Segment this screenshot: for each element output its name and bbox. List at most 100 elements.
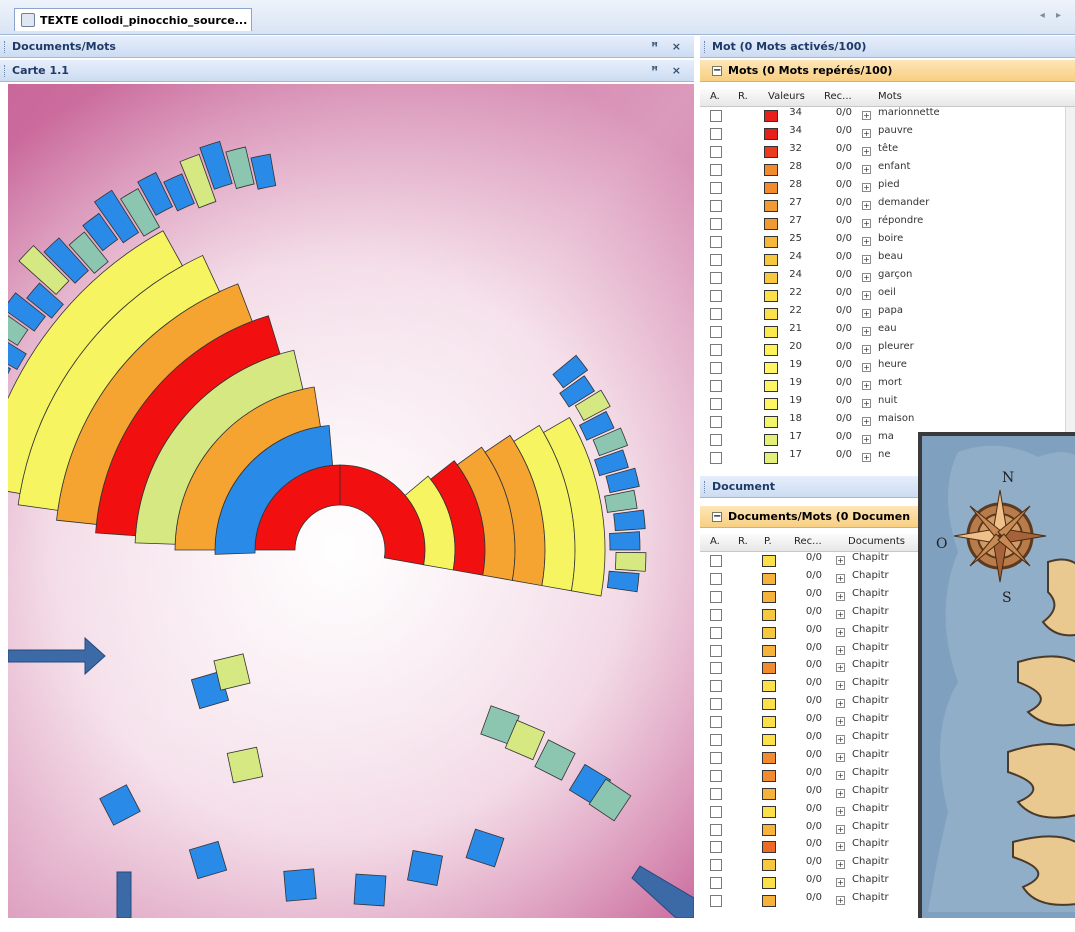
expand-icon[interactable]: + [836, 681, 845, 691]
expand-icon[interactable]: + [862, 435, 871, 444]
col-mots[interactable]: Mots [878, 91, 902, 102]
expand-icon[interactable]: + [836, 770, 845, 780]
expand-icon[interactable]: + [862, 183, 871, 192]
expand-icon[interactable]: + [836, 609, 845, 619]
scattered-tile[interactable] [353, 873, 387, 907]
expand-icon[interactable]: + [862, 201, 871, 210]
activate-checkbox[interactable] [710, 644, 722, 657]
radial-map[interactable] [8, 84, 694, 918]
activate-checkbox[interactable] [710, 555, 722, 567]
table-row[interactable]: 20 0/0 + pleurer [700, 341, 1075, 359]
activate-checkbox[interactable] [710, 146, 722, 158]
expand-icon[interactable]: + [836, 717, 845, 727]
scattered-tile[interactable] [283, 868, 317, 902]
col-r[interactable]: R. [738, 91, 748, 102]
table-row[interactable]: 27 0/0 + demander [700, 197, 1075, 215]
activate-checkbox[interactable] [710, 626, 722, 639]
activate-checkbox[interactable] [710, 859, 722, 872]
expand-icon[interactable]: + [862, 309, 871, 318]
outer-tile[interactable] [614, 552, 647, 572]
expand-icon[interactable]: + [836, 591, 845, 601]
activate-checkbox[interactable] [710, 805, 722, 818]
expand-icon[interactable]: + [836, 824, 845, 834]
outer-tile[interactable] [609, 531, 641, 551]
expand-icon[interactable]: + [862, 129, 871, 138]
activate-checkbox[interactable] [710, 182, 722, 194]
expand-icon[interactable]: + [862, 147, 871, 156]
table-row[interactable]: 34 0/0 + marionnette [700, 107, 1075, 125]
expand-icon[interactable]: + [862, 399, 871, 408]
table-row[interactable]: 24 0/0 + garçon [700, 269, 1075, 287]
table-row[interactable]: 21 0/0 + eau [700, 323, 1075, 341]
activate-checkbox[interactable] [710, 164, 722, 176]
expand-icon[interactable]: + [836, 627, 845, 637]
activate-checkbox[interactable] [710, 434, 722, 446]
pane-header-documents-mots[interactable]: Documents/Mots ꟸ × [0, 36, 694, 58]
tab-scroll-arrows-icon[interactable]: ◂ ▸ [1040, 10, 1065, 21]
pin-close-icons[interactable]: ꟸ × [651, 40, 686, 53]
table-row[interactable]: 32 0/0 + tête [700, 143, 1075, 161]
expand-icon[interactable]: + [862, 345, 871, 354]
activate-checkbox[interactable] [710, 590, 722, 603]
activate-checkbox[interactable] [710, 398, 722, 410]
expand-icon[interactable]: + [862, 255, 871, 264]
table-row[interactable]: 25 0/0 + boire [700, 233, 1075, 251]
table-row[interactable]: 28 0/0 + pied [700, 179, 1075, 197]
collapse-icon[interactable]: − [712, 511, 722, 522]
activate-checkbox[interactable] [710, 200, 722, 212]
table-row[interactable]: 28 0/0 + enfant [700, 161, 1075, 179]
table-row[interactable]: 27 0/0 + répondre [700, 215, 1075, 233]
expand-icon[interactable]: + [862, 219, 871, 228]
table-row[interactable]: 19 0/0 + nuit [700, 395, 1075, 413]
activate-checkbox[interactable] [710, 751, 722, 764]
expand-icon[interactable]: + [836, 860, 845, 870]
expand-icon[interactable]: + [836, 752, 845, 762]
activate-checkbox[interactable] [710, 823, 722, 836]
expand-icon[interactable]: + [862, 363, 871, 372]
table-row[interactable]: 22 0/0 + papa [700, 305, 1075, 323]
activate-checkbox[interactable] [710, 716, 722, 729]
activate-checkbox[interactable] [710, 110, 722, 122]
table-row[interactable]: 19 0/0 + heure [700, 359, 1075, 377]
expand-icon[interactable]: + [836, 806, 845, 816]
activate-checkbox[interactable] [710, 698, 722, 711]
col-rec[interactable]: Rec... [794, 536, 822, 547]
expand-icon[interactable]: + [862, 417, 871, 426]
table-row[interactable]: 18 0/0 + maison [700, 413, 1075, 431]
expand-icon[interactable]: + [862, 381, 871, 390]
radial-map-canvas[interactable] [8, 84, 694, 918]
activate-checkbox[interactable] [710, 380, 722, 392]
expand-icon[interactable]: + [836, 788, 845, 798]
col-documents[interactable]: Documents [848, 536, 905, 547]
col-r[interactable]: R. [738, 536, 748, 547]
scattered-tile[interactable] [226, 746, 264, 784]
collapse-icon[interactable]: − [712, 65, 722, 76]
expand-icon[interactable]: + [836, 645, 845, 655]
expand-icon[interactable]: + [862, 111, 871, 120]
activate-checkbox[interactable] [710, 344, 722, 356]
group-header-mots[interactable]: − Mots (0 Mots repérés/100) [700, 60, 1075, 82]
col-p[interactable]: P. [764, 536, 772, 547]
activate-checkbox[interactable] [710, 236, 722, 248]
expand-icon[interactable]: + [836, 842, 845, 852]
col-rec[interactable]: Rec... [824, 91, 852, 102]
expand-icon[interactable]: + [862, 291, 871, 300]
activate-checkbox[interactable] [710, 218, 722, 230]
expand-icon[interactable]: + [862, 453, 871, 462]
table-row[interactable]: 34 0/0 + pauvre [700, 125, 1075, 143]
document-tab[interactable]: TEXTE collodi_pinocchio_source... [14, 8, 252, 31]
table-row[interactable]: 19 0/0 + mort [700, 377, 1075, 395]
activate-checkbox[interactable] [710, 895, 722, 908]
activate-checkbox[interactable] [710, 769, 722, 782]
col-a[interactable]: A. [710, 536, 720, 547]
activate-checkbox[interactable] [710, 290, 722, 302]
activate-checkbox[interactable] [710, 254, 722, 266]
expand-icon[interactable]: + [836, 735, 845, 744]
pin-close-icons[interactable]: ꟸ × [651, 64, 686, 77]
activate-checkbox[interactable] [710, 326, 722, 338]
activate-checkbox[interactable] [710, 662, 722, 675]
pane-header-carte[interactable]: Carte 1.1 ꟸ × [0, 60, 694, 82]
table-row[interactable]: 24 0/0 + beau [700, 251, 1075, 269]
activate-checkbox[interactable] [710, 572, 722, 585]
col-a[interactable]: A. [710, 91, 720, 102]
